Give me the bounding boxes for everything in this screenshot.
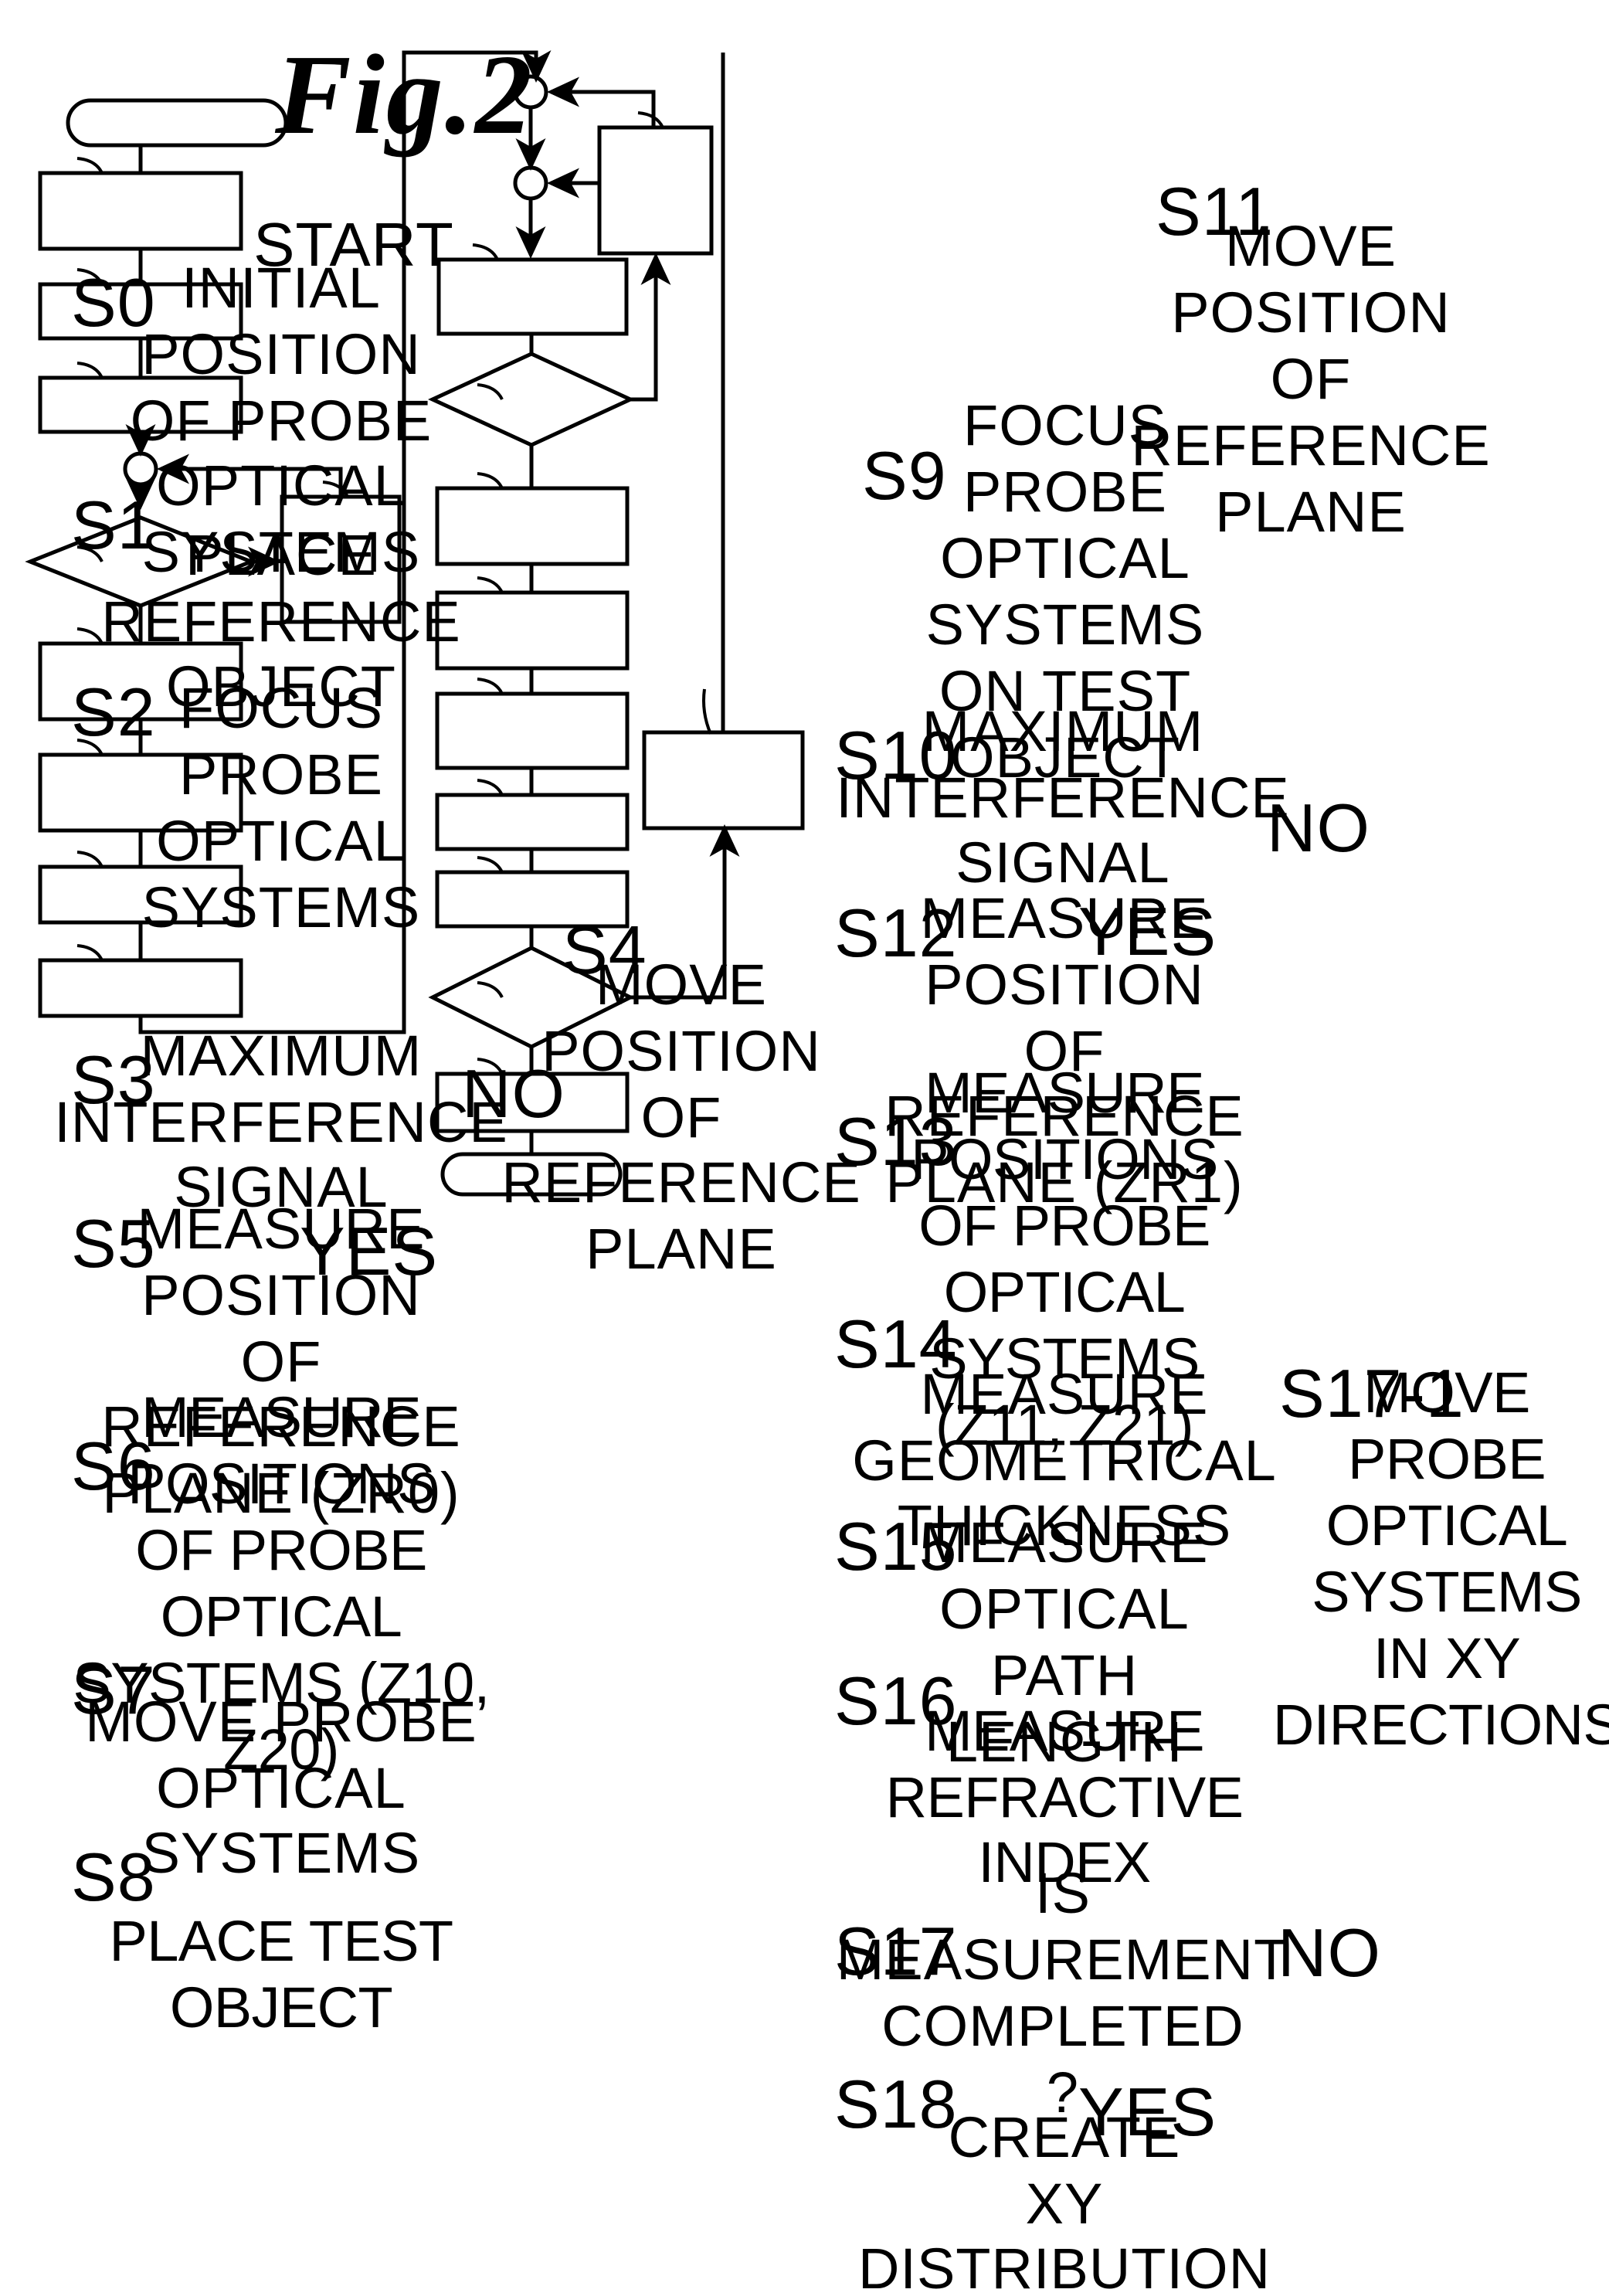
junction-node-left xyxy=(123,451,158,487)
branch-label-S3-no: NO xyxy=(462,1057,565,1133)
node-shape-S13 xyxy=(435,590,630,671)
step-tag-S15: S15 xyxy=(834,1510,958,1585)
node-shape-S11 xyxy=(597,125,714,256)
node-shape-S14 xyxy=(435,691,630,770)
step-tag-S2: S2 xyxy=(71,675,156,751)
step-tag-S10: S10 xyxy=(834,718,958,794)
step-tag-S3: S3 xyxy=(71,1043,156,1119)
node-shape-S8 xyxy=(38,958,243,1018)
step-tag-S7: S7 xyxy=(71,1653,156,1729)
branch-label-S17-no: NO xyxy=(1278,1916,1381,1992)
junction-node-right-mid xyxy=(513,165,548,201)
step-tag-S6: S6 xyxy=(71,1429,156,1505)
node-shape-S17-1 xyxy=(642,730,805,830)
step-tag-S12: S12 xyxy=(834,896,958,972)
step-tag-S4: S4 xyxy=(562,913,647,989)
end-terminal-shape xyxy=(440,1152,623,1197)
node-shape-S6 xyxy=(38,752,243,833)
step-tag-S16: S16 xyxy=(834,1664,958,1740)
node-shape-S7 xyxy=(38,864,243,925)
step-tag-S17-1: S17-1 xyxy=(1279,1357,1465,1432)
figure-title: Fig.2 xyxy=(275,32,534,159)
step-tag-S8: S8 xyxy=(71,1840,156,1916)
node-shape-S2 xyxy=(38,375,243,434)
branch-label-S3-yes: YES xyxy=(300,1214,439,1290)
step-tag-S11: S11 xyxy=(1156,175,1275,250)
node-shape-S0 xyxy=(38,171,243,251)
step-tag-S14: S14 xyxy=(834,1307,958,1383)
step-tag-S0: S0 xyxy=(71,266,156,341)
step-tag-S1: S1 xyxy=(71,488,156,564)
figure-page: Fig.2 START END INITIAL POSITION OF PROB… xyxy=(0,0,1609,2296)
start-terminal-shape xyxy=(66,98,288,148)
step-tag-S5: S5 xyxy=(71,1207,156,1282)
branch-label-S10-no: NO xyxy=(1267,791,1370,867)
node-shape-S10 xyxy=(428,352,635,447)
branch-label-S10-yes: YES xyxy=(1078,895,1217,970)
branch-label-S17-yes: YES xyxy=(1078,2075,1217,2151)
step-tag-S17: S17 xyxy=(834,1914,958,1990)
node-shape-S12 xyxy=(435,486,630,566)
step-tag-S18: S18 xyxy=(834,2067,958,2143)
node-shape-S9 xyxy=(436,257,629,336)
node-shape-S15 xyxy=(435,793,630,851)
node-shape-S4 xyxy=(280,494,402,624)
step-tag-S13: S13 xyxy=(834,1105,958,1180)
step-tag-S9: S9 xyxy=(862,439,947,515)
